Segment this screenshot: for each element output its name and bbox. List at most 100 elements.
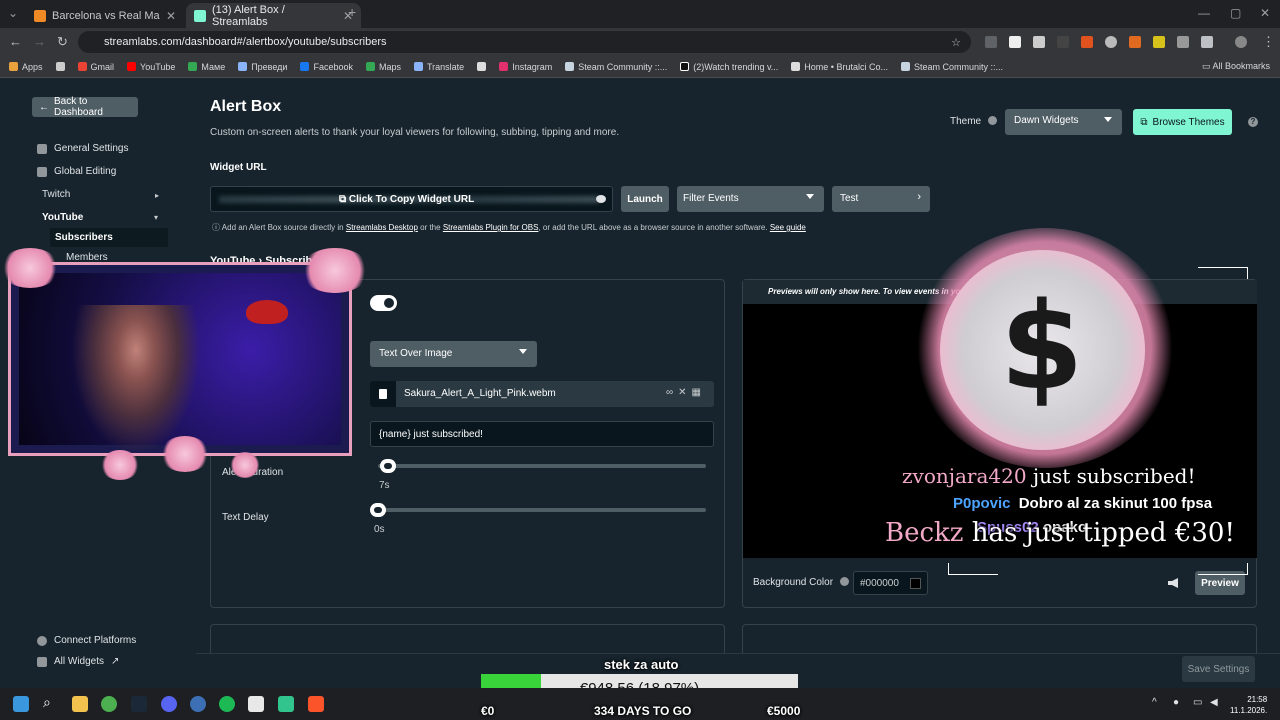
- extension-icon[interactable]: [985, 36, 997, 48]
- widget-url-label: Widget URL: [210, 162, 267, 173]
- text-delay-value: 0s: [374, 524, 385, 535]
- windows-start-icon[interactable]: [13, 696, 29, 712]
- streamlabs-obs-plugin-link[interactable]: Streamlabs Plugin for OBS: [443, 223, 539, 232]
- file-explorer-icon[interactable]: [72, 696, 88, 712]
- address-bar-row: ← → ↻ streamlabs.com/dashboard#/alertbox…: [0, 28, 1280, 56]
- help-icon[interactable]: ?: [1248, 117, 1258, 127]
- text-delay-slider[interactable]: [370, 503, 706, 517]
- brave-icon[interactable]: [1081, 36, 1093, 48]
- launch-button[interactable]: Launch: [621, 186, 669, 212]
- message-template-input[interactable]: {name} just subscribed!: [370, 421, 714, 447]
- monitor-icon[interactable]: ▭: [1193, 697, 1202, 708]
- back-to-dashboard-button[interactable]: ← Back to Dashboard: [32, 96, 138, 118]
- sidebar-item-twitch[interactable]: Twitch: [42, 189, 70, 200]
- save-settings-button[interactable]: Save Settings: [1182, 656, 1255, 682]
- widget-url-field[interactable]: ⧉ Click To Copy Widget URL: [210, 186, 613, 212]
- browse-themes-button[interactable]: ⧉ Browse Themes: [1133, 109, 1232, 135]
- bookmark-item[interactable]: [55, 62, 65, 71]
- maximize-icon[interactable]: ▢: [1230, 6, 1241, 20]
- background-color-input[interactable]: #000000: [853, 571, 928, 595]
- tab-barcelona[interactable]: Barcelona vs Real Madrid Live S ✕: [26, 3, 184, 28]
- translate-icon: [414, 62, 423, 71]
- color-swatch[interactable]: [910, 578, 921, 589]
- sidebar-item-connect-platforms[interactable]: Connect Platforms: [37, 635, 136, 646]
- bookmark-item[interactable]: Home • Brutalci Co...: [791, 62, 888, 72]
- speaker-icon[interactable]: ◀: [1210, 697, 1218, 708]
- close-icon[interactable]: ✕: [678, 387, 691, 398]
- microphone-icon[interactable]: ●: [1173, 697, 1179, 708]
- streamlabs-icon[interactable]: [278, 696, 294, 712]
- sidebar-item-youtube[interactable]: YouTube: [42, 212, 83, 223]
- extension-icon[interactable]: [1033, 36, 1045, 48]
- reload-icon[interactable]: ↻: [57, 34, 68, 50]
- media-file-row[interactable]: Sakura_Alert_A_Light_Pink.webm ∞✕▦: [370, 381, 714, 407]
- bookmark-item[interactable]: (2)Watch trending v...: [680, 62, 778, 72]
- bookmark-item[interactable]: Gmail: [77, 62, 114, 72]
- copy-widget-url[interactable]: ⧉ Click To Copy Widget URL: [339, 194, 474, 205]
- bookmark-item[interactable]: Maps: [365, 62, 401, 72]
- sidebar-item-global-editing[interactable]: Global Editing: [37, 166, 116, 177]
- eye-icon[interactable]: [596, 195, 606, 203]
- bookmark-item[interactable]: Маме: [188, 62, 225, 72]
- see-guide-link[interactable]: See guide: [770, 223, 806, 232]
- extension-icon[interactable]: [1129, 36, 1141, 48]
- close-tab-icon[interactable]: ✕: [166, 9, 176, 23]
- bookmark-item[interactable]: YouTube: [127, 62, 175, 72]
- bookmark-star-icon[interactable]: ☆: [951, 36, 961, 49]
- bookmark-item[interactable]: Apps: [9, 62, 43, 72]
- tab-search-icon[interactable]: ⌄: [8, 6, 18, 20]
- bookmark-item[interactable]: Steam Community ::...: [565, 62, 667, 72]
- discord-icon[interactable]: [161, 696, 177, 712]
- copy-icon: ⧉: [339, 194, 349, 205]
- steam-icon[interactable]: [131, 696, 147, 712]
- filter-events-select[interactable]: Filter Events: [677, 186, 824, 212]
- extension-icon[interactable]: [1105, 36, 1117, 48]
- alert-duration-slider[interactable]: [378, 459, 706, 473]
- info-icon: ⓘ: [212, 223, 222, 232]
- test-button[interactable]: Test ›: [832, 186, 930, 212]
- sidebar-item-subscribers[interactable]: Subscribers: [50, 228, 168, 247]
- link-icon[interactable]: ∞: [666, 387, 678, 398]
- slider-handle[interactable]: [380, 459, 397, 473]
- streamlabs-desktop-link[interactable]: Streamlabs Desktop: [346, 223, 418, 232]
- app-icon[interactable]: [190, 696, 206, 712]
- search-icon[interactable]: ⌕: [43, 694, 59, 710]
- forward-icon[interactable]: →: [33, 34, 46, 49]
- spotify-icon[interactable]: [219, 696, 235, 712]
- theme-select[interactable]: Dawn Widgets: [1005, 109, 1122, 135]
- minimize-icon[interactable]: —: [1198, 6, 1210, 20]
- profile-avatar[interactable]: [1235, 36, 1247, 48]
- grid-icon[interactable]: ▦: [692, 387, 706, 398]
- tray-chevron-icon[interactable]: ^: [1152, 697, 1157, 708]
- bookmark-item[interactable]: Преведи: [238, 62, 287, 72]
- sidebar-item-general-settings[interactable]: General Settings: [37, 143, 129, 154]
- slider-handle[interactable]: [370, 503, 386, 517]
- back-icon[interactable]: ←: [9, 34, 22, 49]
- extension-icon[interactable]: [1153, 36, 1165, 48]
- bookmark-item[interactable]: Instagram: [499, 62, 552, 72]
- layout-select[interactable]: Text Over Image: [370, 341, 537, 367]
- file-actions[interactable]: ∞✕▦: [666, 387, 706, 398]
- brave-icon[interactable]: [308, 696, 324, 712]
- app-icon[interactable]: [248, 696, 264, 712]
- enable-toggle[interactable]: [370, 295, 397, 311]
- steam-icon: [900, 62, 910, 71]
- bookmark-item[interactable]: [477, 62, 487, 71]
- new-tab-button[interactable]: +: [348, 4, 356, 20]
- chrome-icon[interactable]: [101, 696, 117, 712]
- url-input[interactable]: streamlabs.com/dashboard#/alertbox/youtu…: [78, 31, 971, 53]
- clock[interactable]: 21:58 11.1.2026.: [1230, 694, 1267, 716]
- extension-icon[interactable]: [1177, 36, 1189, 48]
- menu-dots-icon[interactable]: ⋮: [1262, 34, 1275, 50]
- bookmark-item[interactable]: Steam Community ::...: [900, 62, 1003, 72]
- extensions-puzzle-icon[interactable]: [1201, 36, 1213, 48]
- sidebar-item-all-widgets[interactable]: All Widgets ↗: [37, 656, 119, 667]
- extension-icon[interactable]: [1009, 36, 1021, 48]
- facebook-icon: [300, 62, 310, 71]
- extension-icon[interactable]: [1057, 36, 1069, 48]
- tab-alert-box[interactable]: (13) Alert Box / Streamlabs ✕: [186, 3, 361, 28]
- bookmark-item[interactable]: Facebook: [300, 62, 353, 72]
- close-window-icon[interactable]: ✕: [1260, 6, 1270, 20]
- bookmark-item[interactable]: Translate: [414, 62, 464, 72]
- all-bookmarks[interactable]: ▭ All Bookmarks: [1202, 61, 1270, 72]
